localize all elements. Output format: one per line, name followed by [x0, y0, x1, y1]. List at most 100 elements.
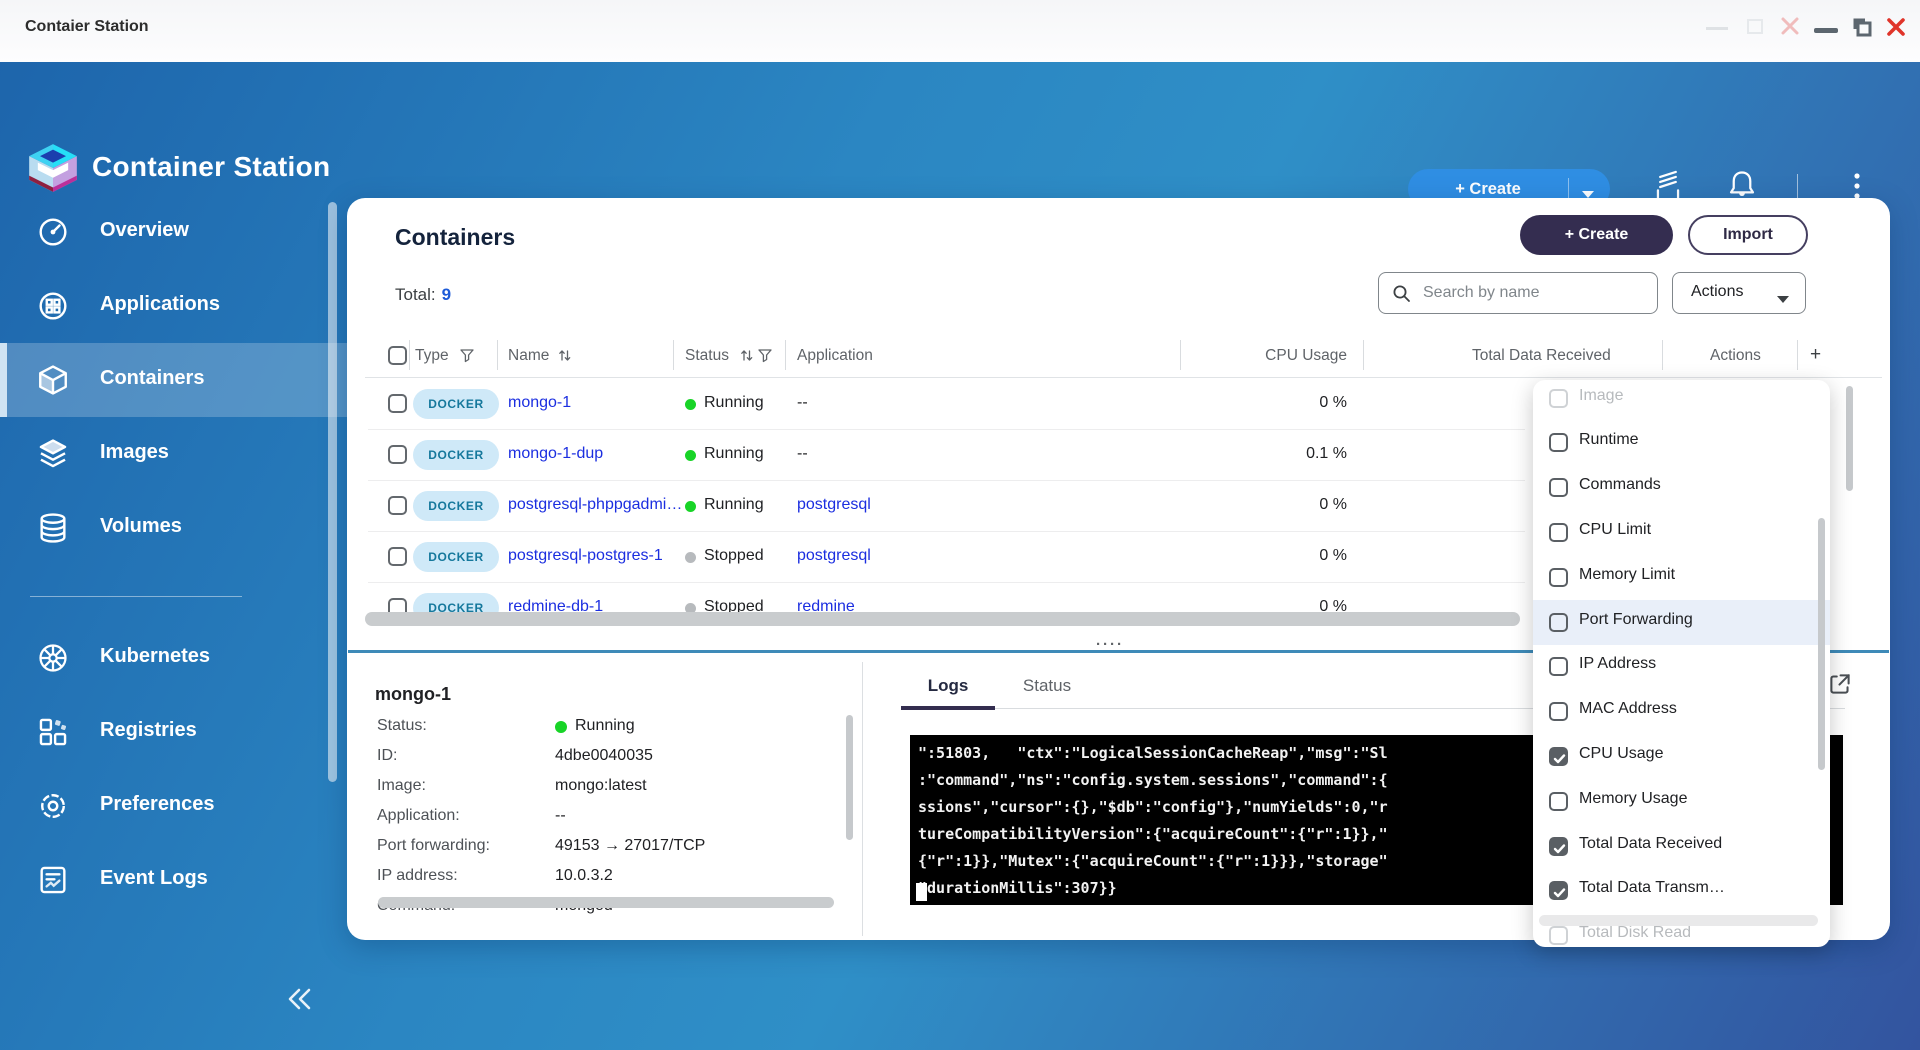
row-checkbox[interactable]	[388, 394, 407, 413]
column-divider	[1797, 340, 1798, 370]
menu-item-runtime[interactable]: Runtime	[1533, 420, 1830, 465]
menu-vertical-scrollbar[interactable]	[1818, 518, 1825, 770]
status-dot	[685, 450, 696, 461]
row-checkbox[interactable]	[388, 496, 407, 515]
sort-icon[interactable]	[558, 348, 572, 368]
container-name-link[interactable]: postgresql-phppgadmi…	[508, 496, 682, 514]
overview-icon	[36, 215, 70, 249]
images-icon	[36, 437, 70, 471]
container-name-link[interactable]: postgresql-postgres-1	[508, 547, 663, 565]
sidebar-item-kubernetes[interactable]: Kubernetes	[0, 621, 347, 695]
column-header-name[interactable]: Name	[508, 347, 549, 365]
menu-item-total-data-received[interactable]: Total Data Received	[1533, 824, 1830, 869]
filter-icon[interactable]	[758, 349, 772, 368]
table-row: DOCKERpostgresql-postgres-1Stoppedpostgr…	[365, 531, 1525, 582]
details-horizontal-scrollbar[interactable]	[378, 897, 834, 908]
open-in-window-icon[interactable]	[1826, 670, 1854, 703]
filter-icon[interactable]	[460, 349, 474, 368]
table-horizontal-scrollbar[interactable]	[365, 612, 1520, 626]
unchecked-checkbox[interactable]	[1549, 568, 1568, 587]
import-button[interactable]: Import	[1688, 215, 1808, 255]
sidebar-item-volumes[interactable]: Volumes	[0, 491, 347, 565]
restore-button[interactable]	[1850, 15, 1874, 44]
checked-checkbox[interactable]	[1549, 747, 1568, 766]
checked-checkbox[interactable]	[1549, 881, 1568, 900]
unchecked-checkbox[interactable]	[1549, 657, 1568, 676]
minimize-button[interactable]	[1814, 28, 1838, 33]
status-dot	[685, 501, 696, 512]
container-name-link[interactable]: mongo-1	[508, 394, 571, 412]
select-all-checkbox[interactable]	[388, 346, 407, 365]
menu-item-commands[interactable]: Commands	[1533, 465, 1830, 510]
sidebar-item-containers[interactable]: Containers	[0, 343, 347, 417]
collapse-sidebar-icon[interactable]	[283, 982, 317, 1021]
volumes-icon	[36, 511, 70, 545]
unchecked-checkbox[interactable]	[1549, 478, 1568, 497]
container-name-link[interactable]: mongo-1-dup	[508, 445, 603, 463]
unchecked-checkbox[interactable]	[1549, 523, 1568, 542]
create-container-button[interactable]: + Create	[1520, 215, 1673, 255]
checked-checkbox[interactable]	[1549, 837, 1568, 856]
table-vertical-scrollbar[interactable]	[1846, 386, 1853, 491]
column-header-actions[interactable]: Actions	[1710, 347, 1761, 365]
page-title: Containers	[395, 224, 515, 251]
unchecked-checkbox[interactable]	[1549, 389, 1568, 408]
sidebar-item-overview[interactable]: Overview	[0, 195, 347, 269]
add-column-button[interactable]: +	[1810, 344, 1821, 366]
sidebar-item-applications[interactable]: Applications	[0, 269, 347, 343]
unchecked-checkbox[interactable]	[1549, 433, 1568, 452]
application-link[interactable]: postgresql	[797, 547, 871, 565]
row-checkbox[interactable]	[388, 445, 407, 464]
menu-item-port-forwarding[interactable]: Port Forwarding	[1533, 600, 1830, 645]
preferences-icon	[36, 789, 70, 823]
menu-item-cpu-limit[interactable]: CPU Limit	[1533, 510, 1830, 555]
table-row: DOCKERmongo-1-dupRunning--0.1 %	[365, 429, 1525, 480]
sort-icon[interactable]	[740, 348, 754, 368]
column-header-cpu-usage[interactable]: CPU Usage	[1250, 347, 1347, 365]
eventlogs-icon	[36, 863, 70, 897]
sidebar-item-registries[interactable]: Registries	[0, 695, 347, 769]
row-checkbox[interactable]	[388, 547, 407, 566]
sidebar-scrollbar[interactable]	[328, 202, 337, 782]
column-header-total-data-received[interactable]: Total Data Received	[1472, 347, 1611, 365]
unchecked-checkbox[interactable]	[1549, 926, 1568, 945]
unchecked-checkbox[interactable]	[1549, 613, 1568, 632]
menu-item-ip-address[interactable]: IP Address	[1533, 644, 1830, 689]
column-chooser-menu: ImageRuntimeCommandsCPU LimitMemory Limi…	[1533, 380, 1830, 947]
details-vertical-scrollbar[interactable]	[846, 715, 853, 840]
type-badge: DOCKER	[413, 491, 499, 521]
menu-horizontal-scrollbar[interactable]	[1539, 915, 1818, 926]
unchecked-checkbox[interactable]	[1549, 792, 1568, 811]
detail-value: 49153 → 27017/TCP	[555, 837, 705, 855]
sidebar-item-label: Event Logs	[100, 867, 208, 890]
menu-item-total-data-transm-[interactable]: Total Data Transm…	[1533, 868, 1830, 913]
sidebar-item-images[interactable]: Images	[0, 417, 347, 491]
menu-item-cpu-usage[interactable]: CPU Usage	[1533, 734, 1830, 779]
sidebar-item-event-logs[interactable]: Event Logs	[0, 843, 347, 917]
sidebar-item-preferences[interactable]: Preferences	[0, 769, 347, 843]
status-text: Running	[704, 394, 764, 412]
unchecked-checkbox[interactable]	[1549, 702, 1568, 721]
column-header-status[interactable]: Status	[685, 347, 729, 365]
detail-label: Status:	[377, 717, 427, 735]
detail-field: IP address:10.0.3.2	[377, 862, 847, 892]
application-link[interactable]: postgresql	[797, 496, 871, 514]
actions-dropdown-button[interactable]: Actions	[1672, 272, 1806, 314]
column-header-application[interactable]: Application	[797, 347, 873, 365]
menu-item-image[interactable]: Image	[1533, 380, 1830, 421]
sidebar-item-label: Registries	[100, 719, 197, 742]
menu-item-memory-limit[interactable]: Memory Limit	[1533, 555, 1830, 600]
menu-item-label: Total Data Received	[1579, 835, 1722, 853]
menu-item-mac-address[interactable]: MAC Address	[1533, 689, 1830, 734]
tab-logs[interactable]: Logs	[901, 676, 995, 706]
menu-item-label: MAC Address	[1579, 700, 1677, 718]
column-header-type[interactable]: Type	[415, 347, 449, 365]
detail-value: mongo:latest	[555, 777, 647, 795]
tab-status[interactable]: Status	[1003, 676, 1091, 706]
detail-label: Port forwarding:	[377, 837, 490, 855]
close-button[interactable]	[1884, 15, 1908, 44]
menu-item-memory-usage[interactable]: Memory Usage	[1533, 779, 1830, 824]
search-input[interactable]	[1423, 277, 1649, 309]
tab-active-underline	[901, 706, 995, 710]
row-divider	[368, 582, 1525, 583]
